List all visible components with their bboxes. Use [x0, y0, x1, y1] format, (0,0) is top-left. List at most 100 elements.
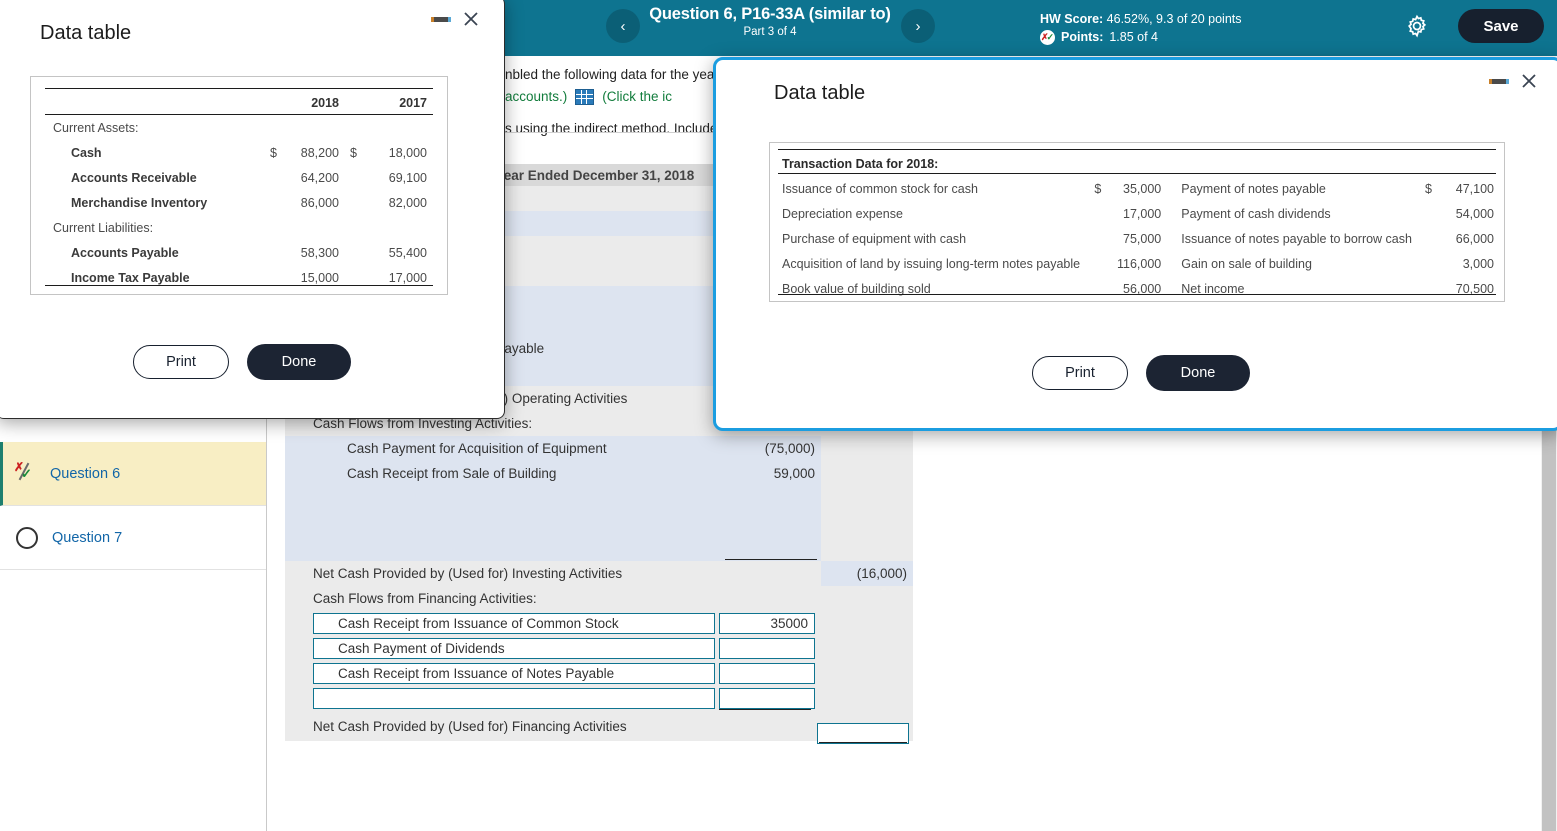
row-label: Cash Flows from Financing Activities: — [313, 591, 537, 606]
sidebar-item-question-6[interactable]: Question 6 — [0, 442, 266, 506]
done-button[interactable]: Done — [1146, 355, 1250, 391]
dialog-title: Data table — [774, 82, 866, 104]
table-row: Current Liabilities: — [31, 215, 447, 240]
row-dollar-2017 — [341, 165, 357, 190]
financing-label-input-4[interactable] — [313, 688, 715, 709]
right-dollar — [1416, 201, 1432, 226]
gear-icon[interactable] — [1404, 13, 1430, 39]
row-dollar-2017 — [341, 190, 357, 215]
col-header-dollar-2017 — [341, 90, 357, 115]
data-table-dialog-balances: Data table 2018 2017 Current Assets: Cas… — [0, 0, 505, 419]
next-question-button[interactable]: › — [901, 9, 935, 43]
left-label: Book value of building sold — [782, 281, 931, 296]
input-row — [285, 636, 913, 661]
row-label: Current Liabilities: — [53, 220, 154, 235]
table-row: Issuance of common stock for cash $ 35,0… — [770, 176, 1504, 201]
row-label — [285, 486, 721, 511]
right-dollar: $ — [1425, 181, 1432, 196]
question-title-block: Question 6, P16-33A (similar to) Part 3 … — [640, 5, 900, 38]
balances-table: 2018 2017 Current Assets: Cash $ 88,200 … — [31, 90, 447, 290]
left-value: 75,000 — [1123, 231, 1162, 246]
table-row — [285, 511, 913, 536]
row-value-2018: 58,300 — [300, 245, 339, 260]
row-label: Merchandise Inventory — [71, 195, 208, 210]
save-button[interactable]: Save — [1458, 9, 1544, 43]
prev-question-button[interactable]: ‹ — [606, 9, 640, 43]
row-value-1: (75,000) — [721, 436, 821, 461]
left-label: Acquisition of land by issuing long-term… — [782, 256, 1081, 271]
left-value: 116,000 — [1117, 256, 1162, 271]
row-value-2017 — [357, 115, 447, 140]
table-row — [285, 486, 913, 511]
row-value-1: 59,000 — [721, 461, 821, 486]
financing-amount-input-3[interactable] — [719, 663, 815, 684]
table-row: Current Assets: — [31, 115, 447, 140]
financing-label-input-2[interactable] — [313, 638, 715, 659]
row-dollar-2018: $ — [270, 145, 277, 160]
total-rule — [819, 742, 907, 744]
input-row — [285, 686, 913, 711]
row-dollar-2017 — [341, 240, 357, 265]
table-bottom-rule — [778, 293, 1496, 295]
minimize-icon[interactable] — [434, 16, 448, 22]
row-dollar-2017: $ — [350, 145, 357, 160]
row-label: Cash — [71, 145, 102, 160]
data-table-dialog-transactions: Data table Transaction Data for 2018: Is… — [713, 57, 1557, 431]
table-row: Merchandise Inventory 86,000 82,000 — [31, 190, 447, 215]
right-label: Payment of cash dividends — [1181, 206, 1331, 221]
table-row: Accounts Receivable 64,200 69,100 — [31, 165, 447, 190]
close-icon[interactable] — [1520, 72, 1538, 90]
mixed-correct-incorrect-icon — [14, 460, 36, 485]
minimize-icon[interactable] — [1492, 78, 1506, 84]
table-row: Accounts Payable 58,300 55,400 — [31, 240, 447, 265]
financing-label-input-3[interactable] — [313, 663, 715, 684]
right-value: 54,000 — [1455, 206, 1494, 221]
print-button[interactable]: Print — [1032, 356, 1128, 390]
row-value-1 — [721, 486, 821, 511]
financing-label-input-1[interactable] — [313, 613, 715, 634]
dialog-window-controls — [1492, 72, 1538, 90]
table-bottom-rule — [45, 284, 433, 286]
row-value-1 — [721, 536, 821, 561]
col-header-blank — [31, 90, 261, 115]
dialog-title: Data table — [40, 22, 132, 44]
left-value: 35,000 — [1123, 181, 1162, 196]
dialog-actions: Print Done — [133, 344, 351, 380]
table-row: Acquisition of land by issuing long-term… — [770, 251, 1504, 276]
row-dollar-2018 — [261, 165, 277, 190]
points-label: Points: — [1061, 30, 1104, 44]
row-dollar-2017 — [341, 215, 357, 240]
row-value-2017: 82,000 — [388, 195, 427, 210]
row-value-2018 — [277, 215, 341, 240]
financing-total-input[interactable] — [817, 723, 909, 744]
row-label: Accounts Payable — [71, 245, 179, 260]
row-value-2017: 17,000 — [388, 270, 427, 285]
row-value-2017: 69,100 — [388, 170, 427, 185]
right-dollar — [1416, 226, 1432, 251]
right-label: Payment of notes payable — [1181, 181, 1326, 196]
financing-amount-input-1[interactable] — [719, 613, 815, 634]
close-icon[interactable] — [462, 10, 480, 28]
row-value-2017 — [357, 215, 447, 240]
input-row — [285, 611, 913, 636]
financing-amount-input-4[interactable] — [719, 688, 815, 709]
print-button[interactable]: Print — [133, 345, 229, 379]
table-header-rule — [45, 114, 433, 115]
row-value-2018: 64,200 — [300, 170, 339, 185]
table-row: Cash $ 88,200 $ 18,000 — [31, 140, 447, 165]
row-dollar-2018 — [261, 215, 277, 240]
table-row: Cash Receipt from Sale of Building 59,00… — [285, 461, 913, 486]
row-dollar-2018 — [261, 265, 277, 290]
left-dollar: $ — [1094, 181, 1102, 196]
circle-unanswered-icon — [16, 526, 38, 549]
score-summary: HW Score: 46.52%, 9.3 of 20 points Point… — [1040, 10, 1242, 46]
balances-data-table: 2018 2017 Current Assets: Cash $ 88,200 … — [30, 76, 448, 295]
done-button[interactable]: Done — [247, 344, 351, 380]
sidebar-item-question-7[interactable]: Question 7 — [0, 506, 266, 570]
prompt-click-icon-link[interactable]: (Click the ic — [602, 86, 672, 108]
right-value: 47,100 — [1455, 181, 1494, 196]
financing-amount-input-2[interactable] — [719, 638, 815, 659]
points-value: 1.85 of 4 — [1109, 30, 1159, 44]
table-grid-icon[interactable] — [575, 89, 595, 105]
row-label: Accounts Receivable — [71, 170, 197, 185]
